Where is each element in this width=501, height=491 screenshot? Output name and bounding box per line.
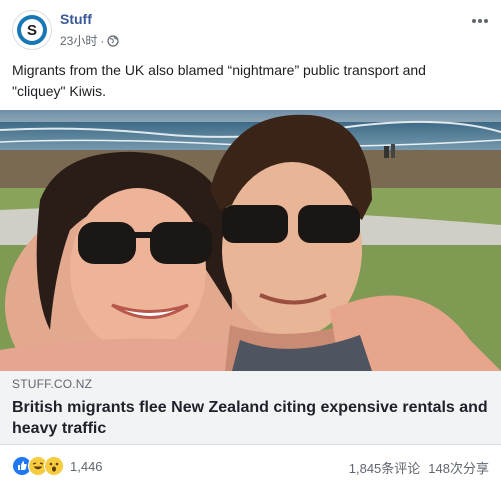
selfie-photo	[0, 110, 501, 371]
link-headline[interactable]: British migrants flee New Zealand citing…	[12, 397, 492, 439]
page-avatar[interactable]: S	[12, 10, 52, 50]
stuff-logo: S	[17, 15, 47, 45]
wow-icon	[44, 456, 64, 476]
post-header: S Stuff 23小时 ·	[12, 10, 489, 54]
link-preview[interactable]: STUFF.CO.NZ British migrants flee New Ze…	[0, 371, 501, 445]
reaction-count: 1,446	[70, 458, 103, 474]
meta-separator: ·	[100, 33, 105, 48]
post-caption: Migrants from the UK also blamed “nightm…	[12, 62, 426, 99]
ellipsis-icon[interactable]	[471, 12, 489, 24]
reactions-summary[interactable]: 1,446	[12, 456, 103, 476]
post-footer: 1,446 1,845条评论 148次分享	[12, 456, 489, 482]
facebook-post: S Stuff 23小时 · Migrants from the UK also…	[0, 0, 501, 491]
page-name-link[interactable]: Stuff	[60, 11, 92, 27]
share-count-link[interactable]: 148次分享	[428, 458, 489, 477]
comment-count-link[interactable]: 1,845条评论	[349, 458, 421, 477]
link-domain: STUFF.CO.NZ	[12, 377, 93, 391]
globe-icon	[107, 34, 119, 47]
link-preview-image[interactable]	[0, 110, 501, 371]
post-meta: 23小时 ·	[60, 32, 119, 49]
engagement-stats: 1,845条评论 148次分享	[349, 458, 489, 477]
stuff-logo-letter: S	[21, 19, 43, 41]
post-timestamp[interactable]: 23小时	[60, 32, 97, 49]
